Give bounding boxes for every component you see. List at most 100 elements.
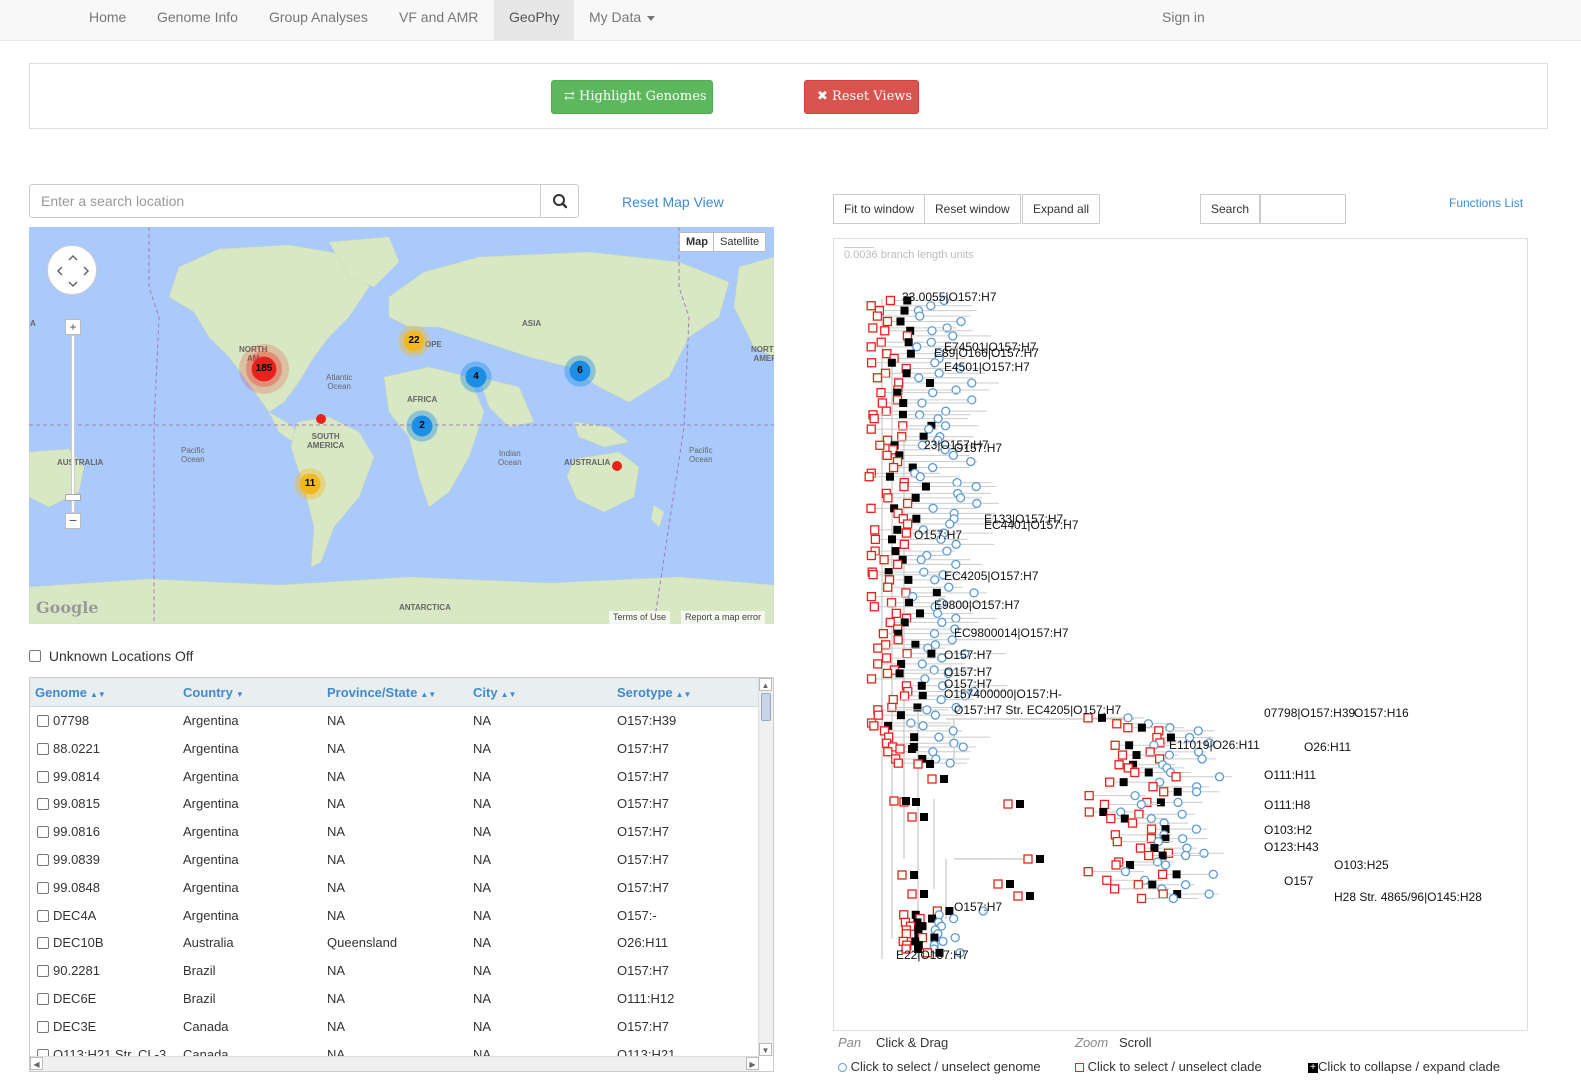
nav-vf-amr[interactable]: VF and AMR: [384, 0, 493, 40]
row-checkbox[interactable]: [37, 715, 49, 727]
map-type-map-button[interactable]: Map: [679, 232, 715, 252]
table-row[interactable]: 99.0816 Argentina NA NA O157:H7: [30, 818, 759, 846]
reset-window-button[interactable]: Reset window: [924, 194, 1021, 224]
scroll-right-icon[interactable]: ▶: [746, 1057, 759, 1070]
zoom-slider-handle[interactable]: [65, 494, 81, 501]
leaf-label[interactable]: H28 Str. 4865/96|O145:H28: [1334, 890, 1482, 904]
scroll-up-icon[interactable]: ▲: [759, 678, 772, 691]
leaf-label[interactable]: O123:H43: [1264, 840, 1319, 854]
location-marker[interactable]: [316, 414, 326, 424]
table-row[interactable]: DEC10B Australia Queensland NA O26:H11: [30, 929, 759, 957]
report-map-error-link[interactable]: Report a map error: [681, 611, 766, 624]
row-checkbox[interactable]: [37, 770, 49, 783]
column-serotype[interactable]: Serotype ▲▼: [617, 678, 691, 709]
location-search-input[interactable]: Enter a search location: [29, 184, 541, 218]
table-row[interactable]: 99.0839 Argentina NA NA O157:H7: [30, 846, 759, 874]
leaf-label[interactable]: E11019|O26:H11: [1169, 738, 1260, 752]
leaf-label[interactable]: O26:H11: [1304, 740, 1351, 754]
cluster-marker[interactable]: 2: [406, 410, 438, 442]
zoom-out-button[interactable]: −: [65, 513, 81, 529]
leaf-label[interactable]: O157:H16: [1354, 706, 1409, 720]
row-checkbox[interactable]: [37, 993, 49, 1005]
leaf-label[interactable]: 07798|O157:H39: [1264, 706, 1356, 720]
location-marker[interactable]: [612, 461, 622, 471]
table-row[interactable]: 90.2281 Brazil NA NA O157:H7: [30, 957, 759, 985]
unknown-locations-toggle[interactable]: Unknown Locations Off: [29, 647, 193, 664]
table-row[interactable]: 99.0815 Argentina NA NA O157:H7: [30, 790, 759, 818]
highlight-genomes-button[interactable]: ⇄ Highlight Genomes: [551, 80, 713, 114]
cluster-marker[interactable]: 22: [398, 325, 430, 357]
phylogeny-tree[interactable]: 0.0036 branch length units 33.0055|O157:…: [833, 238, 1528, 1031]
reset-views-button[interactable]: ✖ Reset Views: [804, 80, 919, 114]
column-province[interactable]: Province/State ▲▼: [327, 678, 436, 709]
cluster-marker[interactable]: 6: [564, 355, 596, 387]
unknown-locations-checkbox[interactable]: [29, 650, 41, 663]
row-checkbox[interactable]: [37, 937, 49, 950]
horizontal-scrollbar[interactable]: ◀ ▶: [30, 1056, 759, 1071]
row-checkbox[interactable]: [37, 881, 49, 894]
leaf-label[interactable]: O157:H7: [944, 648, 992, 662]
reset-map-view-link[interactable]: Reset Map View: [622, 194, 724, 210]
nav-my-data[interactable]: My Data: [574, 0, 670, 40]
functions-list-link[interactable]: Functions List: [1449, 196, 1523, 210]
row-checkbox[interactable]: [37, 909, 49, 922]
leaf-label[interactable]: O157400000|O157:H-: [944, 687, 1062, 701]
leaf-label[interactable]: EC4205|O157:H7: [944, 569, 1039, 583]
fit-to-window-button[interactable]: Fit to window: [833, 194, 926, 224]
cluster-marker[interactable]: 4: [460, 361, 492, 393]
table-row[interactable]: DEC3E Canada NA NA O157:H7: [30, 1013, 759, 1041]
leaf-label[interactable]: O157: [1284, 874, 1314, 888]
column-country[interactable]: Country ▼: [183, 678, 244, 709]
location-search-button[interactable]: [540, 184, 579, 218]
cluster-marker[interactable]: 185: [239, 344, 289, 394]
leaf-label[interactable]: O157:H7 Str. EC4205|O157:H7: [954, 703, 1122, 717]
vertical-scrollbar[interactable]: ▲ ▼: [758, 678, 773, 1056]
sign-in-link[interactable]: Sign in: [1147, 0, 1220, 40]
leaf-label[interactable]: EC4401|O157:H7: [984, 518, 1079, 532]
leaf-label[interactable]: O157:H7: [954, 900, 1002, 914]
pan-control[interactable]: [47, 245, 97, 295]
tree-search-button[interactable]: Search: [1200, 194, 1261, 224]
row-checkbox[interactable]: [37, 826, 49, 839]
table-row[interactable]: 99.0848 Argentina NA NA O157:H7: [30, 874, 759, 902]
table-row[interactable]: 88.0221 Argentina NA NA O157:H7: [30, 735, 759, 763]
row-checkbox[interactable]: [37, 854, 49, 866]
terms-link[interactable]: Terms of Use: [609, 611, 671, 624]
nav-genome-info[interactable]: Genome Info: [142, 0, 253, 40]
scroll-left-icon[interactable]: ◀: [30, 1057, 43, 1070]
leaf-label[interactable]: 33.0055|O157:H7: [902, 290, 997, 304]
cluster-marker[interactable]: 11: [294, 468, 326, 500]
world-map[interactable]: NORTHAM ASIA OPE AFRICA AtlanticOcean SO…: [29, 227, 774, 624]
nav-group-analyses[interactable]: Group Analyses: [254, 0, 383, 40]
tree-search-input[interactable]: [1260, 194, 1346, 224]
column-city[interactable]: City ▲▼: [473, 678, 516, 709]
zoom-in-button[interactable]: +: [65, 319, 81, 335]
leaf-label[interactable]: E9800|O157:H7: [934, 598, 1020, 612]
table-row[interactable]: DEC6E Brazil NA NA O111:H12: [30, 985, 759, 1013]
leaf-label[interactable]: EC9800014|O157:H7: [954, 626, 1069, 640]
leaf-label[interactable]: E4501|O157:H7: [944, 360, 1030, 374]
column-genome[interactable]: Genome ▲▼: [35, 678, 106, 709]
row-checkbox[interactable]: [37, 798, 49, 811]
leaf-label[interactable]: O103:H25: [1334, 858, 1389, 872]
leaf-label[interactable]: O157:H7: [954, 441, 1002, 455]
scroll-down-icon[interactable]: ▼: [759, 1043, 772, 1056]
row-checkbox[interactable]: [37, 742, 49, 755]
expand-all-button[interactable]: Expand all: [1022, 194, 1101, 224]
leaf-label[interactable]: O157:H7: [914, 528, 962, 542]
table-row[interactable]: 99.0814 Argentina NA NA O157:H7: [30, 763, 759, 791]
table-row[interactable]: DEC4A Argentina NA NA O157:-: [30, 902, 759, 930]
nav-geophy[interactable]: GeoPhy: [494, 0, 574, 40]
leaf-label[interactable]: E89|O166|O157:H7: [934, 346, 1039, 360]
table-row[interactable]: 07798 Argentina NA NA O157:H39: [30, 707, 759, 735]
leaf-label[interactable]: O111:H8: [1264, 798, 1311, 812]
row-checkbox[interactable]: [37, 965, 49, 978]
leaf-label[interactable]: E22|O157:H7: [896, 948, 969, 962]
leaf-label[interactable]: O103:H2: [1264, 823, 1312, 837]
zoom-slider-track[interactable]: [71, 335, 75, 513]
row-checkbox[interactable]: [37, 1020, 49, 1033]
nav-home[interactable]: Home: [74, 0, 141, 40]
map-type-satellite-button[interactable]: Satellite: [713, 232, 767, 252]
scrollbar-thumb[interactable]: [761, 693, 771, 721]
leaf-label[interactable]: O111:H11: [1264, 768, 1316, 782]
